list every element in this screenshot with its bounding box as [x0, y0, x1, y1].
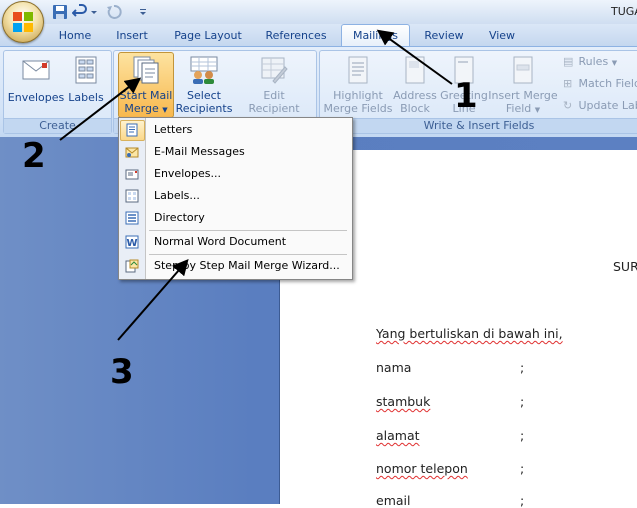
tab-insert[interactable]: Insert: [108, 25, 156, 46]
insert-field-label: Insert Merge: [488, 89, 558, 102]
edit-recipient-list-label: Edit: [238, 89, 310, 102]
select-recipients-label: Select: [174, 89, 234, 102]
address-label: Address: [392, 89, 438, 102]
write-insert-fields-label: Write & Insert Fields: [320, 118, 637, 133]
annotation-number-3: 3: [110, 352, 134, 392]
menu-item-letters-label: Letters: [154, 123, 192, 136]
menu-item-envelopes[interactable]: Envelopes...: [120, 164, 351, 185]
word-document-icon: W: [125, 235, 139, 249]
match-fields-button[interactable]: ⊞ Match Fields: [563, 77, 637, 91]
field-sep-email: ;: [520, 493, 524, 508]
window-title: TUGA: [611, 5, 637, 18]
update-labels-button[interactable]: ↻ Update Labels: [563, 99, 637, 113]
insert-field-label-2: Field ▼: [488, 102, 558, 117]
rules-icon: ▤: [563, 55, 575, 69]
menu-item-envelopes-label: Envelopes...: [154, 167, 221, 180]
customize-toolbar-icon[interactable]: [138, 4, 148, 20]
svg-text:W: W: [126, 238, 137, 249]
field-sep-stambuk: ;: [520, 394, 524, 409]
envelopes-label: Envelopes: [6, 91, 66, 104]
labels-icon: [71, 55, 101, 85]
menu-item-step-by-step-wizard[interactable]: Step by Step Mail Merge Wizard...: [120, 256, 351, 277]
create-group-label: Create: [4, 118, 111, 133]
rules-button[interactable]: ▤ Rules ▼: [563, 55, 617, 70]
highlight-label: Highlight: [322, 89, 394, 102]
select-recipients-icon: [189, 55, 219, 85]
field-sep-nama: ;: [520, 360, 524, 375]
menu-separator-2: [149, 254, 347, 255]
address-block-icon: [400, 55, 430, 85]
tab-view[interactable]: View: [480, 25, 524, 46]
start-mail-merge-button[interactable]: Start Mail Merge ▼: [118, 52, 174, 118]
email-message-icon: [125, 145, 139, 159]
field-sep-nomor-telepon: ;: [520, 461, 524, 476]
address-block-button[interactable]: Address Block: [392, 53, 438, 115]
match-fields-icon: ⊞: [563, 77, 575, 91]
envelopes-button[interactable]: Envelopes: [6, 53, 66, 105]
update-labels-icon: ↻: [563, 99, 575, 113]
doc-heading: SUR: [613, 259, 637, 274]
letter-icon: [125, 123, 139, 137]
insert-merge-field-button[interactable]: Insert Merge Field ▼: [488, 53, 558, 115]
insert-merge-field-icon: [508, 55, 538, 85]
select-recipients-button[interactable]: Select Recipients ▼: [174, 53, 234, 115]
tab-mailings[interactable]: Mailings: [341, 24, 410, 47]
address-label-2: Block: [392, 102, 438, 115]
office-button[interactable]: [2, 1, 44, 43]
update-labels-label: Update Labels: [579, 99, 637, 112]
highlight-label-2: Merge Fields: [322, 102, 394, 115]
edit-recipient-list-icon: [259, 55, 289, 85]
tab-review[interactable]: Review: [418, 25, 470, 46]
field-sep-alamat: ;: [520, 428, 524, 443]
redo-icon[interactable]: [106, 4, 122, 20]
menu-item-labels-label: Labels...: [154, 189, 200, 202]
field-label-stambuk: stambuk: [376, 394, 430, 409]
field-label-nomor-telepon: nomor telepon: [376, 461, 468, 476]
save-icon[interactable]: [52, 4, 68, 20]
menu-item-email-messages[interactable]: E-Mail Messages: [120, 142, 351, 163]
menu-item-directory-label: Directory: [154, 211, 205, 224]
tab-page-layout[interactable]: Page Layout: [168, 25, 248, 46]
tab-references[interactable]: References: [260, 25, 332, 46]
menu-item-email-label: E-Mail Messages: [154, 145, 245, 158]
match-fields-label: Match Fields: [579, 77, 637, 90]
labels-menu-icon: [125, 189, 139, 203]
menu-item-directory[interactable]: Directory: [120, 208, 351, 229]
edit-recipient-list-button[interactable]: Edit Recipient List: [238, 53, 310, 115]
highlight-merge-fields-button[interactable]: Highlight Merge Fields: [322, 53, 394, 115]
start-mail-merge-icon: [131, 55, 161, 85]
doc-intro: Yang bertuliskan di bawah ini,: [376, 326, 563, 341]
menu-item-labels[interactable]: Labels...: [120, 186, 351, 207]
undo-icon[interactable]: [72, 4, 88, 20]
field-label-alamat: alamat: [376, 428, 420, 443]
start-mail-merge-label-2: Merge ▼: [119, 102, 173, 117]
wizard-icon: [125, 259, 139, 273]
field-label-email: email: [376, 493, 410, 508]
menu-item-letters[interactable]: Letters: [120, 120, 351, 141]
field-label-nama: nama: [376, 360, 411, 375]
annotation-number-1: 1: [454, 76, 478, 116]
start-mail-merge-menu: Letters E-Mail Messages Envelopes... Lab…: [118, 117, 353, 280]
menu-item-normal-word-document[interactable]: W Normal Word Document: [120, 232, 351, 253]
menu-item-wizard-label: Step by Step Mail Merge Wizard...: [154, 259, 340, 272]
rules-label: Rules: [579, 55, 609, 68]
menu-separator: [149, 230, 347, 231]
labels-button-label: Labels: [66, 91, 106, 104]
labels-button[interactable]: Labels: [66, 53, 106, 105]
tab-home[interactable]: Home: [52, 25, 98, 46]
office-logo-icon: [11, 10, 35, 34]
annotation-number-2: 2: [22, 136, 46, 176]
undo-dropdown-icon[interactable]: [90, 4, 98, 20]
highlight-fields-icon: [343, 55, 373, 85]
menu-item-normal-document-label: Normal Word Document: [154, 235, 286, 248]
envelope-menu-icon: [125, 167, 139, 181]
start-mail-merge-label: Start Mail: [119, 89, 173, 102]
envelope-icon: [21, 55, 51, 85]
directory-icon: [125, 211, 139, 225]
